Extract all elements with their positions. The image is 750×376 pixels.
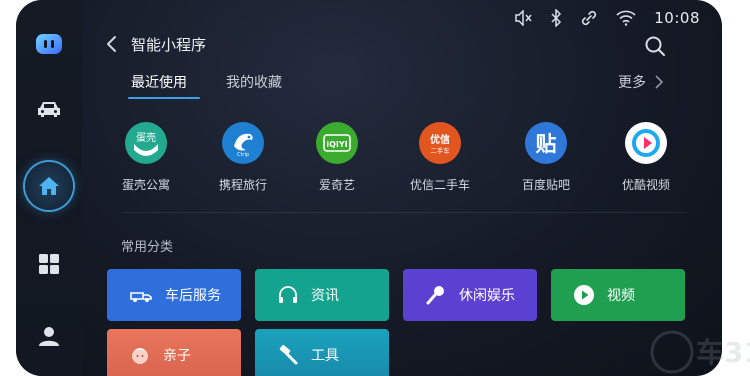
search-icon[interactable] xyxy=(644,35,666,57)
apps-grid-icon[interactable] xyxy=(27,242,71,286)
app-ctrip[interactable]: Ctrip 携程旅行 xyxy=(198,122,288,193)
side-rail xyxy=(16,0,82,376)
section-title: 常用分类 xyxy=(121,240,174,255)
iqiyi-logo-text: iQIYI xyxy=(326,140,347,149)
back-button[interactable] xyxy=(102,34,122,54)
category-label: 视频 xyxy=(607,288,635,304)
more-link[interactable]: 更多 xyxy=(618,72,664,92)
category-label: 亲子 xyxy=(163,348,191,364)
iqiyi-icon: iQIYI xyxy=(316,122,358,164)
ctrip-logo-text: Ctrip xyxy=(237,152,249,158)
danke-icon: 蛋壳 xyxy=(125,122,167,164)
ctrip-icon: Ctrip xyxy=(222,122,264,164)
tab-recent[interactable]: 最近使用 xyxy=(131,72,187,92)
app-label: 爱奇艺 xyxy=(318,178,355,192)
category-label: 工具 xyxy=(311,348,339,364)
hammer-icon xyxy=(279,344,298,365)
assistant-icon[interactable] xyxy=(27,22,71,66)
divider xyxy=(122,212,687,213)
status-bar: 10:08 xyxy=(514,8,700,28)
tab-favorites[interactable]: 我的收藏 xyxy=(226,72,282,92)
category-video[interactable]: 视频 xyxy=(551,269,685,321)
category-family[interactable]: 亲子 xyxy=(107,329,241,376)
link-icon[interactable] xyxy=(580,9,598,27)
watermark-logo: 车31 xyxy=(650,330,750,374)
category-label: 车后服务 xyxy=(165,288,221,304)
headphones-icon xyxy=(279,286,297,303)
danke-logo-text: 蛋壳 xyxy=(136,131,156,144)
profile-icon[interactable] xyxy=(27,314,71,358)
youxin-logo-top: 优信 xyxy=(430,133,450,146)
app-youxin[interactable]: 优信 二手车 优信二手车 xyxy=(395,122,485,193)
mute-icon[interactable] xyxy=(514,10,532,26)
watermark-text: 车31 xyxy=(696,336,750,369)
screen: 10:08 智能小程序 最近使用 我的收藏 更多 蛋壳 蛋壳公寓 Ctrip 携… xyxy=(16,0,722,376)
youku-icon xyxy=(625,122,667,164)
app-label: 优酷视频 xyxy=(621,178,670,192)
app-label: 优信二手车 xyxy=(409,178,470,192)
bluetooth-icon[interactable] xyxy=(550,9,562,27)
category-label: 资讯 xyxy=(311,288,339,304)
youxin-logo-bottom: 二手车 xyxy=(430,146,450,155)
youxin-icon: 优信 二手车 xyxy=(419,122,461,164)
home-icon xyxy=(39,177,59,195)
app-label: 百度贴吧 xyxy=(521,178,570,192)
app-label: 携程旅行 xyxy=(218,178,267,192)
app-danke[interactable]: 蛋壳 蛋壳公寓 xyxy=(101,122,191,193)
app-label: 蛋壳公寓 xyxy=(121,178,170,192)
chevron-right-icon xyxy=(655,75,664,89)
clock: 10:08 xyxy=(654,9,700,27)
app-tieba[interactable]: 贴 百度贴吧 xyxy=(501,122,591,193)
car-icon[interactable] xyxy=(27,88,71,132)
page-title: 智能小程序 xyxy=(131,36,207,54)
category-tools[interactable]: 工具 xyxy=(255,329,389,376)
app-youku[interactable]: 优酷视频 xyxy=(601,122,691,193)
tieba-logo-text: 贴 xyxy=(536,132,557,156)
active-tab-indicator xyxy=(128,97,200,99)
car-icon xyxy=(130,292,152,302)
play-icon xyxy=(574,285,594,305)
tieba-icon: 贴 xyxy=(525,122,567,164)
microphone-icon xyxy=(426,286,444,305)
category-label: 休闲娱乐 xyxy=(459,288,515,304)
category-entertainment[interactable]: 休闲娱乐 xyxy=(403,269,537,321)
baby-icon xyxy=(132,348,148,364)
category-news[interactable]: 资讯 xyxy=(255,269,389,321)
home-button[interactable] xyxy=(25,162,73,210)
app-iqiyi[interactable]: iQIYI 爱奇艺 xyxy=(292,122,382,193)
wifi-icon[interactable] xyxy=(616,10,636,26)
category-car-service[interactable]: 车后服务 xyxy=(107,269,241,321)
more-label: 更多 xyxy=(618,75,646,91)
